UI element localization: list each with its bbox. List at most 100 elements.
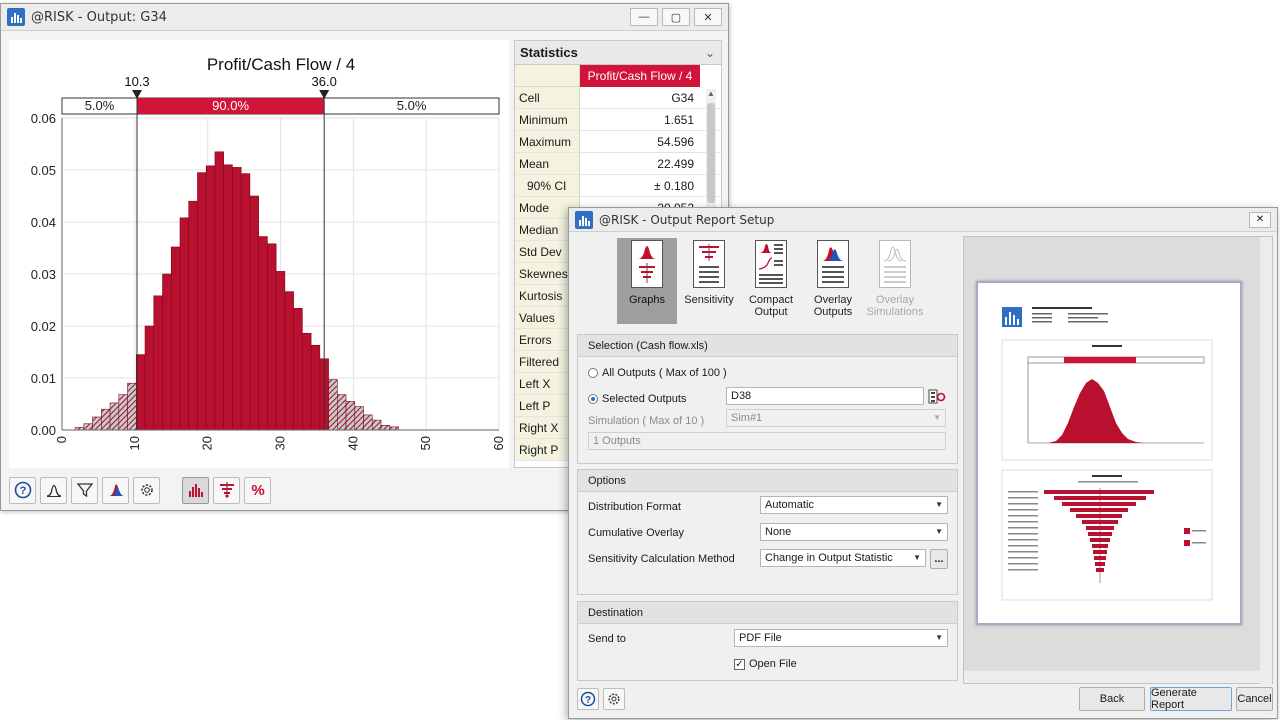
scroll-thumb[interactable]: [707, 103, 715, 203]
chevron-down-icon[interactable]: ⌄: [705, 46, 715, 60]
percent-button[interactable]: %: [244, 476, 271, 504]
preview-horizontal-scrollbar[interactable]: [964, 671, 1260, 683]
selected-outputs-field[interactable]: D38: [726, 387, 924, 405]
x-tick-label: 30: [273, 436, 288, 450]
histogram-view-button[interactable]: [182, 476, 209, 504]
cumulative-overlay-label: Cumulative Overlay: [588, 527, 684, 539]
statistics-header[interactable]: Statistics ⌄: [515, 41, 721, 65]
histogram-bar: [275, 271, 286, 431]
output-window-titlebar[interactable]: @RISK - Output: G34 — ▢ ✕: [1, 4, 728, 31]
histogram-bar: [267, 243, 277, 431]
help-icon: ?: [580, 691, 596, 707]
report-type-label: Overlay Simulations: [866, 294, 924, 318]
overlay-button[interactable]: [102, 476, 129, 504]
report-type-overlay-simulations[interactable]: Overlay Simulations: [865, 238, 925, 324]
distribution-format-dropdown[interactable]: Automatic ▼: [760, 496, 948, 514]
chevron-down-icon: ▼: [935, 633, 943, 642]
stats-row[interactable]: 90% CI ± 0.180: [515, 175, 721, 197]
close-button[interactable]: ✕: [1249, 211, 1271, 228]
report-preview-pane: [963, 236, 1273, 685]
chevron-down-icon: ▼: [935, 500, 943, 509]
all-outputs-radio[interactable]: [588, 368, 598, 378]
send-to-value: PDF File: [739, 632, 782, 644]
preview-vertical-scrollbar[interactable]: [1260, 237, 1272, 685]
chevron-down-icon: ▼: [933, 413, 941, 422]
band-left-percent: 5.0%: [85, 98, 115, 113]
send-to-dropdown[interactable]: PDF File ▼: [734, 629, 948, 647]
histogram-bar: [258, 236, 268, 431]
selected-outputs-option[interactable]: Selected Outputs: [588, 393, 686, 405]
stats-row-label: Mean: [515, 153, 580, 174]
filter-button[interactable]: [71, 476, 98, 504]
stats-row-value: 22.499: [657, 156, 694, 171]
selected-outputs-label: Selected Outputs: [602, 393, 687, 405]
tornado-icon: [219, 482, 234, 498]
band-middle-percent: 90.0%: [212, 98, 249, 113]
selected-outputs-radio[interactable]: [588, 394, 598, 404]
histogram-bar: [109, 402, 120, 431]
band-right-percent: 5.0%: [397, 98, 427, 113]
selection-header: Selection (Cash flow.xls): [578, 335, 957, 357]
stats-row-label: Cell: [515, 87, 580, 108]
sensitivity-method-dropdown[interactable]: Change in Output Statistic ▼: [760, 549, 926, 567]
settings-button[interactable]: [133, 476, 160, 504]
histogram-bar: [214, 151, 224, 431]
close-button[interactable]: ✕: [694, 8, 722, 26]
help-button[interactable]: ?: [577, 688, 599, 710]
open-file-option[interactable]: ✓ Open File: [734, 658, 797, 670]
chart-title: Profit/Cash Flow / 4: [207, 55, 355, 74]
settings-button[interactable]: [603, 688, 625, 710]
histogram-bar: [118, 394, 128, 431]
histogram-bar: [188, 200, 198, 431]
cumulative-overlay-value: None: [765, 526, 792, 538]
report-window-titlebar[interactable]: @RISK - Output Report Setup ✕: [569, 208, 1277, 232]
stats-corner: [515, 65, 580, 87]
histogram-bar: [249, 195, 259, 431]
open-file-checkbox[interactable]: ✓: [734, 658, 745, 670]
histogram-bar: [197, 172, 207, 431]
help-icon: ?: [14, 481, 31, 499]
report-type-selector: Graphs Sensitivity Compact Output Overla…: [617, 238, 925, 324]
histogram-bar: [92, 416, 102, 431]
histogram-svg: Profit/Cash Flow / 4 5.0% 90.0% 5.0% 10.3 36…: [31, 55, 506, 450]
overlay-outputs-report-icon: [817, 240, 849, 288]
help-button[interactable]: ?: [9, 476, 36, 504]
stats-row[interactable]: Minimum 1.651: [515, 109, 721, 131]
report-type-sensitivity[interactable]: Sensitivity: [679, 238, 739, 324]
send-to-label: Send to: [588, 633, 626, 645]
report-type-graphs[interactable]: Graphs: [617, 238, 677, 324]
histogram-bar: [328, 379, 338, 431]
maximize-button[interactable]: ▢: [662, 8, 690, 26]
cumulative-overlay-dropdown[interactable]: None ▼: [760, 523, 948, 541]
histogram-bar: [302, 332, 312, 431]
stats-column-header[interactable]: Profit/Cash Flow / 4: [580, 65, 700, 87]
back-button[interactable]: Back: [1079, 687, 1145, 711]
generate-report-button[interactable]: Generate Report: [1150, 687, 1232, 711]
cancel-button[interactable]: Cancel: [1236, 687, 1273, 711]
tornado-view-button[interactable]: [213, 476, 240, 504]
stats-row[interactable]: Maximum 54.596: [515, 131, 721, 153]
stats-row[interactable]: Mean 22.499: [515, 153, 721, 175]
select-range-icon[interactable]: [928, 388, 946, 406]
sensitivity-method-value: Change in Output Statistic: [765, 552, 893, 564]
stats-row-value: ± 0.180: [654, 178, 694, 193]
histogram-bar: [232, 167, 242, 431]
x-tick-label: 0: [54, 436, 69, 443]
histogram-bar: [179, 217, 190, 431]
report-type-overlay-outputs[interactable]: Overlay Outputs: [803, 238, 863, 324]
distribution-button[interactable]: [40, 476, 67, 504]
chevron-down-icon: ▼: [935, 527, 943, 536]
report-preview-thumbnail: [1001, 307, 1213, 601]
sensitivity-options-button[interactable]: ...: [930, 549, 948, 569]
report-type-compact-output[interactable]: Compact Output: [741, 238, 801, 324]
minimize-button[interactable]: —: [630, 8, 658, 26]
histogram-bar: [345, 401, 356, 431]
all-outputs-option[interactable]: All Outputs ( Max of 100 ): [588, 367, 727, 379]
stats-row-label: 90% CI: [515, 175, 580, 196]
compact-output-report-icon: [755, 240, 787, 288]
sensitivity-method-label: Sensitivity Calculation Method: [588, 553, 735, 565]
stats-row[interactable]: Cell G34: [515, 87, 721, 109]
scroll-up-icon[interactable]: ▲: [706, 89, 716, 98]
destination-header: Destination: [578, 602, 957, 624]
x-tick-label: 60: [491, 436, 506, 450]
